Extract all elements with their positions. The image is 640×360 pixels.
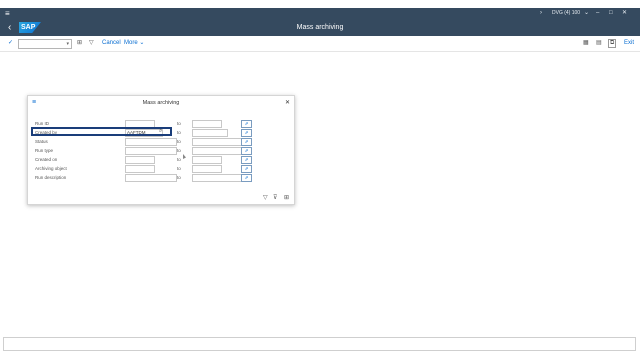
- close-window-icon[interactable]: ✕: [622, 8, 627, 19]
- focus-highlight: [31, 127, 172, 136]
- row-label: Run description: [35, 175, 67, 180]
- layout-icon[interactable]: ▤: [596, 36, 602, 51]
- mass-archiving-dialog: ≡ Mass archiving ✕ Run ID to ⇗ Created b…: [27, 95, 295, 205]
- row-label: Created on: [35, 157, 58, 162]
- multiple-selection-icon[interactable]: ⇗: [241, 147, 252, 155]
- from-field[interactable]: [125, 156, 155, 164]
- filter-icon[interactable]: ▽: [89, 36, 94, 51]
- multiple-selection-icon[interactable]: ⇗: [241, 138, 252, 146]
- to-field[interactable]: [192, 138, 244, 146]
- to-label: to: [177, 148, 181, 153]
- chevron-down-icon[interactable]: ▾: [66, 40, 69, 48]
- multiple-selection-icon[interactable]: ⇗: [241, 129, 252, 137]
- to-label: to: [177, 139, 181, 144]
- row-archiving-object: Archiving object to ⇗: [28, 164, 294, 173]
- chevron-right-icon[interactable]: ›: [540, 8, 542, 19]
- to-field[interactable]: [192, 147, 244, 155]
- from-field[interactable]: [125, 165, 155, 173]
- to-label: to: [177, 157, 181, 162]
- row-created-on: Created on to ⇗: [28, 155, 294, 164]
- row-run-type: Run type to ⇗: [28, 146, 294, 155]
- more-label: More: [124, 40, 138, 46]
- close-icon[interactable]: ✕: [285, 99, 290, 107]
- to-field[interactable]: [192, 174, 244, 182]
- to-field[interactable]: [192, 129, 228, 137]
- from-field[interactable]: [125, 174, 177, 182]
- to-field[interactable]: [192, 165, 222, 173]
- row-label: Run type: [35, 148, 54, 153]
- multiple-selection-icon[interactable]: ⇗: [241, 120, 252, 128]
- status-bar: [3, 337, 636, 351]
- to-label: to: [177, 121, 181, 126]
- layout-icon[interactable]: ⊞: [284, 194, 289, 202]
- multiple-selection-icon[interactable]: ⇗: [241, 156, 252, 164]
- filter-icon[interactable]: ▽: [263, 194, 268, 202]
- menu-icon[interactable]: ≡: [5, 9, 10, 18]
- command-field[interactable]: ▾: [18, 39, 72, 49]
- to-label: to: [177, 175, 181, 180]
- cancel-button[interactable]: Cancel: [102, 36, 121, 51]
- to-label: to: [177, 130, 181, 135]
- variant-icon[interactable]: ⊞: [77, 36, 82, 51]
- system-info: DVG (4) 100: [552, 10, 581, 16]
- screen: ≡ › DVG (4) 100 ⌄ – □ ✕ ‹ SAP Mass archi…: [0, 0, 640, 360]
- toolbar: ✓ ▾ ⊞ ▽ Cancel More ⌄ ▦ ▤ ⧉ Exit: [0, 36, 640, 52]
- minimize-icon[interactable]: –: [596, 8, 599, 19]
- row-label: Status: [35, 139, 48, 144]
- search-icon[interactable]: ⌕: [159, 128, 162, 135]
- screen-icon[interactable]: ⧉: [608, 39, 617, 48]
- from-field[interactable]: [125, 147, 177, 155]
- title-bar: ‹ SAP Mass archiving: [0, 19, 640, 36]
- system-bar: ≡ › DVG (4) 100 ⌄ – □ ✕: [0, 8, 640, 19]
- chevron-down-icon[interactable]: ⌄: [584, 8, 589, 19]
- to-field[interactable]: [192, 156, 222, 164]
- calendar-icon[interactable]: ▦: [583, 36, 589, 51]
- filter-settings-icon[interactable]: ⊽: [273, 194, 277, 202]
- checkmark-icon[interactable]: ✓: [8, 36, 13, 51]
- multiple-selection-icon[interactable]: ⇗: [241, 165, 252, 173]
- to-label: to: [177, 166, 181, 171]
- row-label: Archiving object: [35, 166, 67, 171]
- multiple-selection-icon[interactable]: ⇗: [241, 174, 252, 182]
- dialog-title: Mass archiving: [142, 100, 180, 106]
- more-button[interactable]: More ⌄: [124, 36, 144, 51]
- to-field[interactable]: [192, 120, 222, 128]
- exit-button[interactable]: Exit: [624, 36, 634, 51]
- page-title: Mass archiving: [296, 24, 344, 31]
- row-status: Status to ⇗: [28, 137, 294, 146]
- maximize-icon[interactable]: □: [609, 8, 613, 19]
- row-run-description: Run description to ⇗: [28, 173, 294, 182]
- from-field[interactable]: [125, 138, 177, 146]
